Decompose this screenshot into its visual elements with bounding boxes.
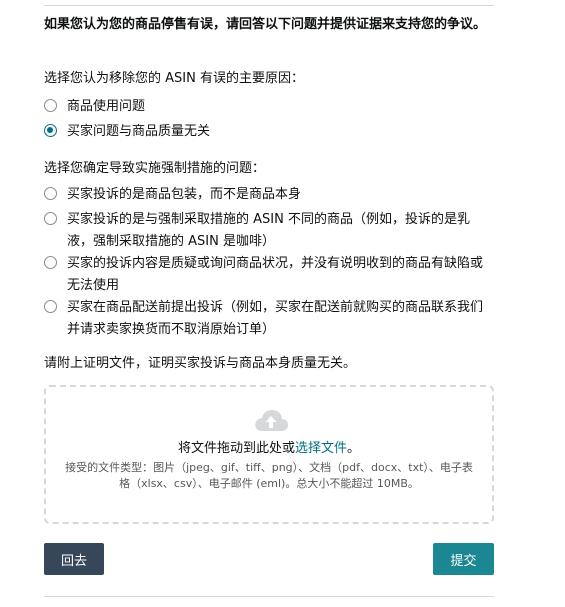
- submit-button[interactable]: 提交: [433, 543, 494, 575]
- back-button[interactable]: 回去: [44, 543, 104, 575]
- reason-option-usage[interactable]: 商品使用问题: [44, 96, 494, 118]
- reason-question: 选择您认为移除您的 ASIN 有误的主要原因：: [44, 71, 304, 86]
- reason-option-unrelated[interactable]: 买家问题与商品质量无关: [44, 121, 494, 143]
- drop-text-suffix: 。: [347, 441, 361, 456]
- bottom-divider: [44, 596, 494, 597]
- attachment-instruction: 请附上证明文件，证明买家投诉与商品本身质量无关。: [44, 356, 357, 371]
- issue-option-condition-inquiry[interactable]: 买家的投诉内容是质疑或询问商品状况，并没有说明收到的商品有缺陷或无法使用: [44, 253, 494, 297]
- radio-button[interactable]: [44, 99, 57, 112]
- radio-button[interactable]: [44, 187, 57, 200]
- top-divider: [44, 5, 494, 6]
- radio-button[interactable]: [44, 256, 57, 269]
- radio-button[interactable]: [44, 212, 57, 225]
- file-dropzone[interactable]: 将文件拖动到此处或选择文件。 接受的文件类型：图片（jpeg、gif、tiff、…: [44, 385, 494, 524]
- issue-option-pre-delivery[interactable]: 买家在商品配送前提出投诉（例如，买家在配送前就购买的商品联系我们并请求卖家换货而…: [44, 297, 494, 341]
- issue-option-packaging[interactable]: 买家投诉的是商品包装，而不是商品本身: [44, 184, 494, 206]
- drop-instruction: 将文件拖动到此处或选择文件。: [46, 440, 492, 458]
- reason-option-label: 商品使用问题: [67, 99, 146, 114]
- issue-option-label: 买家投诉的是与强制采取措施的 ASIN 不同的商品（例如，投诉的是乳液，强制采取…: [67, 212, 470, 249]
- choose-file-link[interactable]: 选择文件: [295, 441, 347, 456]
- cloud-upload-icon: [255, 410, 288, 431]
- accepted-file-types: 接受的文件类型：图片（jpeg、gif、tiff、png）、文档（pdf、doc…: [65, 461, 473, 490]
- issue-option-label: 买家的投诉内容是质疑或询问商品状况，并没有说明收到的商品有缺陷或无法使用: [67, 256, 484, 293]
- issue-option-label: 买家投诉的是商品包装，而不是商品本身: [67, 187, 302, 202]
- form-intro: 如果您认为您的商品停售有误，请回答以下问题并提供证据来支持您的争议。: [44, 17, 487, 32]
- radio-button[interactable]: [44, 300, 57, 313]
- issue-option-label: 买家在商品配送前提出投诉（例如，买家在配送前就购买的商品联系我们并请求卖家换货而…: [67, 300, 484, 337]
- issue-question: 选择您确定导致实施强制措施的问题：: [44, 161, 266, 176]
- radio-button-selected[interactable]: [44, 124, 57, 137]
- reason-option-label: 买家问题与商品质量无关: [67, 124, 211, 139]
- drop-text: 将文件拖动到此处或: [177, 441, 295, 456]
- issue-option-different-product[interactable]: 买家投诉的是与强制采取措施的 ASIN 不同的商品（例如，投诉的是乳液，强制采取…: [44, 209, 494, 253]
